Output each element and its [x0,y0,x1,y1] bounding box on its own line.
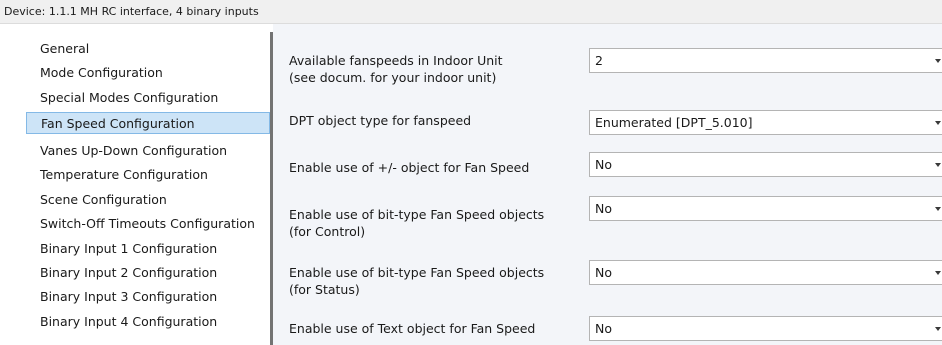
sidebar-item-binary-input-3-configuration[interactable]: Binary Input 3 Configuration [30,286,266,308]
param-label-line: Enable use of +/- object for Fan Speed [289,160,530,175]
sidebar-item-label: General [40,41,90,56]
dropdown-value: No [595,201,612,216]
sidebar-item-label: Switch-Off Timeouts Configuration [40,216,255,231]
device-title: Device: 1.1.1 MH RC interface, 4 binary … [4,5,259,18]
chevron-down-icon [935,271,941,275]
sidebar-item-label: Binary Input 2 Configuration [40,265,218,280]
sidebar-item-label: Binary Input 4 Configuration [40,314,218,329]
sidebar-item-general[interactable]: General [30,38,266,60]
chevron-down-icon [935,327,941,331]
plus-minus-object-dropdown[interactable]: No [589,152,942,177]
param-label-line: Enable use of Text object for Fan Speed [289,321,536,336]
dpt-object-type-dropdown[interactable]: Enumerated [DPT_5.010] [589,110,942,135]
sidebar-item-label: Binary Input 1 Configuration [40,241,218,256]
dropdown-value: Enumerated [DPT_5.010] [595,115,753,130]
sidebar-item-label: Special Modes Configuration [40,90,219,105]
sidebar-item-label: Scene Configuration [40,192,167,207]
sidebar-item-label: Temperature Configuration [40,167,208,182]
sidebar-item-special-modes-configuration[interactable]: Special Modes Configuration [30,87,266,109]
param-label-line: (for Control) [289,224,366,239]
param-label-line: Enable use of bit-type Fan Speed objects [289,207,545,222]
parameter-panel: Available fanspeeds in Indoor Unit (see … [273,24,942,345]
dropdown-value: No [595,157,612,172]
sidebar-item-temperature-configuration[interactable]: Temperature Configuration [30,164,266,186]
sidebar-item-binary-input-2-configuration[interactable]: Binary Input 2 Configuration [30,262,266,284]
sidebar-item-label: Mode Configuration [40,65,163,80]
param-label-text-object: Enable use of Text object for Fan Speed [289,320,535,337]
sidebar-item-binary-input-4-configuration[interactable]: Binary Input 4 Configuration [30,311,266,333]
device-title-bar: Device: 1.1.1 MH RC interface, 4 binary … [0,0,942,24]
sidebar-item-fan-speed-configuration[interactable]: Fan Speed Configuration [26,112,270,134]
param-label-bit-type-control: Enable use of bit-type Fan Speed objects… [289,206,544,240]
text-object-dropdown[interactable]: No [589,316,942,341]
sidebar-item-vanes-up-down-configuration[interactable]: Vanes Up-Down Configuration [30,140,266,162]
param-label-line: (for Status) [289,282,360,297]
chevron-down-icon [935,59,941,63]
sidebar-item-label: Vanes Up-Down Configuration [40,143,228,158]
bit-type-control-dropdown[interactable]: No [589,196,942,221]
chevron-down-icon [935,207,941,211]
available-fanspeeds-dropdown[interactable]: 2 [589,48,942,73]
sidebar-item-label: Binary Input 3 Configuration [40,289,218,304]
param-label-bit-type-status: Enable use of bit-type Fan Speed objects… [289,264,544,298]
param-label-plus-minus-object: Enable use of +/- object for Fan Speed [289,159,529,176]
sidebar-item-scene-configuration[interactable]: Scene Configuration [30,189,266,211]
param-label-available-fanspeeds: Available fanspeeds in Indoor Unit (see … [289,52,503,86]
dropdown-value: No [595,321,612,336]
dropdown-value: 2 [595,53,603,68]
param-label-line: (see docum. for your indoor unit) [289,70,497,85]
dropdown-value: No [595,265,612,280]
param-label-line: Available fanspeeds in Indoor Unit [289,53,503,68]
sidebar-item-mode-configuration[interactable]: Mode Configuration [30,62,266,84]
sidebar-item-binary-input-1-configuration[interactable]: Binary Input 1 Configuration [30,238,266,260]
param-label-dpt-object-type: DPT object type for fanspeed [289,112,471,129]
sidebar-item-label: Fan Speed Configuration [41,116,195,131]
bit-type-status-dropdown[interactable]: No [589,260,942,285]
sidebar-item-switch-off-timeouts-configuration[interactable]: Switch-Off Timeouts Configuration [30,213,266,235]
chevron-down-icon [935,121,941,125]
param-label-line: DPT object type for fanspeed [289,113,472,128]
chevron-down-icon [935,163,941,167]
param-label-line: Enable use of bit-type Fan Speed objects [289,265,545,280]
parameter-sidebar: General Mode Configuration Special Modes… [0,24,270,345]
